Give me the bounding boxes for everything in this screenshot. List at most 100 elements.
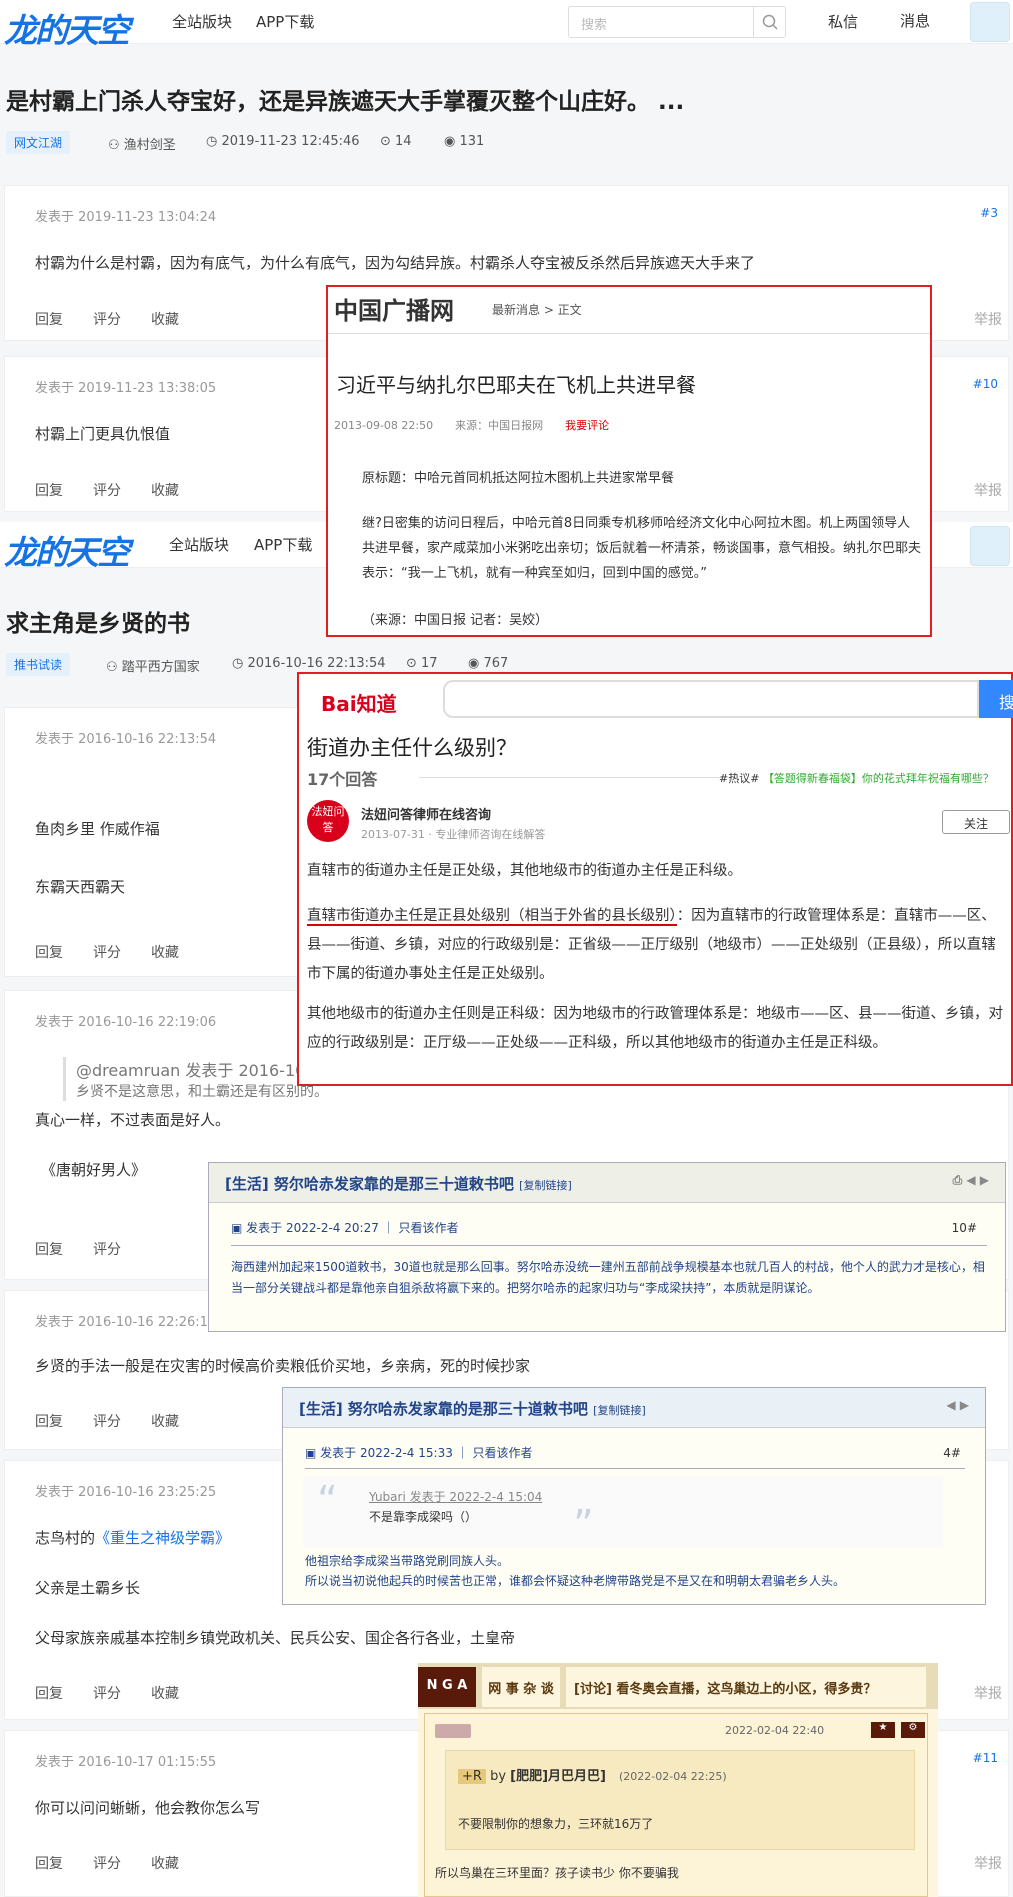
post-time: 发表于 2016-10-16 23:25:25 [35, 1485, 217, 1500]
hot-topic[interactable]: #热议# 【答题得新春福袋】你的花式拜年祝福有哪些？ [719, 770, 994, 786]
rate-button[interactable]: 评分 [93, 1686, 121, 1702]
quote-block: “ Yubari 发表于 2022-2-4 15:04 不是靠李成梁吗（） ” [303, 1476, 943, 1548]
page-title: 是村霸上门杀人夺宝好，还是异族遮天大手掌覆灭整个山庄好。 ... [6, 89, 685, 115]
rate-button[interactable]: 评分 [93, 1414, 121, 1430]
author[interactable]: ⚇ 踏平西方国家 [106, 656, 200, 675]
thread-title: [生活] 努尔哈赤发家靠的是那三十道敕书吧 [复制链接] ◀ ▶ [283, 1388, 985, 1428]
post-time: 发表于 2016-10-17 01:15:55 [35, 1755, 217, 1770]
avatar[interactable] [970, 526, 1010, 566]
search-box[interactable]: 搜索 [568, 6, 786, 38]
report-button[interactable]: 举报 [974, 480, 1002, 500]
author[interactable]: ⚇ 渔村剑圣 [108, 134, 176, 153]
post-actions: 回复 评分 [35, 1239, 151, 1259]
news-headline: 习近平与纳扎尔巴耶夫在飞机上共进早餐 [336, 373, 696, 397]
nav-app-download[interactable]: APP下载 [254, 534, 312, 555]
nga-board[interactable]: 网 事 杂 谈 [482, 1667, 560, 1707]
star-icon[interactable]: ★ [871, 1722, 895, 1738]
report-button[interactable]: 举报 [974, 1853, 1002, 1873]
site-logo[interactable]: 龙的天空 [4, 526, 130, 574]
search-input[interactable]: 搜索 [581, 14, 607, 33]
rate-button[interactable]: 评分 [93, 1242, 121, 1258]
post-body: 乡贤的手法一般是在灾害的时候高价卖粮低价买地，乡亲病，死的时候抄家 [35, 1357, 531, 1375]
answer-para: 直辖市的街道办主任是正处级，其他地级市的街道办主任是正科级。 [307, 863, 742, 879]
book-link[interactable]: 《重生之神级学霸》 [95, 1529, 230, 1547]
print-icon[interactable]: ⎙ ◀ ▶ [953, 1173, 989, 1188]
rate-button[interactable]: 评分 [93, 945, 121, 961]
fav-button[interactable]: 收藏 [151, 1686, 179, 1702]
cnr-logo: 中国广播网 [334, 297, 454, 325]
fav-button[interactable]: 收藏 [151, 483, 179, 499]
rate-button[interactable]: 评分 [93, 1856, 121, 1872]
fav-button[interactable]: 收藏 [151, 312, 179, 328]
post-time: ◷ 2016-10-16 22:13:54 [232, 656, 386, 671]
baidu-search-input[interactable] [443, 680, 979, 718]
copy-link[interactable]: [复制链接] [519, 1179, 572, 1192]
search-icon[interactable] [753, 7, 785, 37]
reply-button[interactable]: 回复 [35, 1242, 63, 1258]
nav-all-boards[interactable]: 全站版块 [172, 11, 232, 32]
answer-meta: 2013-07-31 · 专业律师咨询在线解答 [361, 828, 546, 841]
floor-number[interactable]: #10 [973, 377, 998, 391]
copy-link[interactable]: [复制链接] [593, 1404, 646, 1417]
nga-post: 2022-02-04 22:40 ★ ⚙ +R by [肥肥]月巴月巴] (20… [424, 1713, 928, 1897]
baidu-search-button[interactable]: 搜 [979, 680, 1013, 718]
nga-logo[interactable]: N G A [418, 1667, 476, 1707]
report-button[interactable]: 举报 [974, 309, 1002, 329]
reply-button[interactable]: 回复 [35, 312, 63, 328]
vote-icon[interactable] [435, 1724, 471, 1738]
nav-app-download[interactable]: APP下载 [256, 11, 314, 32]
nav-private-msg[interactable]: 私信 [828, 11, 858, 32]
answerer-avatar[interactable]: 法妞问答 [307, 800, 349, 842]
post-meta: ▣ 发表于 2022-2-4 15:33 ｜ 只看该作者 [305, 1446, 533, 1460]
fav-button[interactable]: 收藏 [151, 1414, 179, 1430]
avatar[interactable] [970, 2, 1010, 42]
book-link[interactable]: 《唐朝好男人》 [41, 1159, 146, 1180]
news-meta: 2013-09-08 22:50 来源：中国日报网 我要评论 [334, 419, 610, 432]
reply-button[interactable]: 回复 [35, 1686, 63, 1702]
nga-quote: +R by [肥肥]月巴月巴] (2022-02-04 22:25) 不要限制你… [445, 1750, 915, 1850]
post-time: 发表于 2016-10-16 22:19:06 [35, 1015, 217, 1030]
quote-open-icon: “ [317, 1478, 338, 1524]
reply-button[interactable]: 回复 [35, 1414, 63, 1430]
nav-all-boards[interactable]: 全站版块 [169, 534, 229, 555]
breadcrumb[interactable]: 最新消息 > 正文 [492, 301, 582, 318]
post-body: 真心一样，不过表面是好人。 [35, 1111, 231, 1129]
baidu-logo[interactable]: Bai知道 [321, 688, 397, 717]
board-tag[interactable]: 推书试读 [6, 653, 71, 676]
floor-number[interactable]: #3 [980, 206, 998, 220]
thread-title: [生活] 努尔哈赤发家靠的是那三十道敕书吧 [复制链接] ⎙ ◀ ▶ [209, 1163, 1005, 1203]
post-body: 他祖宗给李成梁当带路党刷同族人头。 [305, 1554, 510, 1568]
post-time: 发表于 2019-11-23 13:04:24 [35, 210, 217, 225]
post-body: 所以鸟巢在三环里面？孩子读书少 你不要骗我 [435, 1866, 679, 1880]
post-body: 父亲是土霸乡长 [35, 1579, 141, 1597]
reply-count: ⊙ 14 [380, 134, 412, 149]
reply-button[interactable]: 回复 [35, 1856, 63, 1872]
report-button[interactable]: 举报 [974, 1683, 1002, 1703]
nav-messages[interactable]: 消息 [900, 10, 930, 31]
news-para: 原标题：中哈元首同机抵达阿拉木图机上共进家常早餐 [362, 471, 675, 486]
nga-thread-title[interactable]: [讨论] 看冬奥会直播，这鸟巢边上的小区，得多贵？ [566, 1667, 926, 1707]
gear-icon[interactable]: ⚙ [901, 1722, 925, 1738]
view-count: ◉ 131 [444, 134, 485, 149]
fav-button[interactable]: 收藏 [151, 945, 179, 961]
site-logo[interactable]: 龙的天空 [4, 4, 130, 52]
comment-link[interactable]: 我要评论 [565, 419, 609, 432]
post-time: ◷ 2019-11-23 12:45:46 [206, 134, 360, 149]
reply-button[interactable]: 回复 [35, 483, 63, 499]
post-time: 发表于 2016-10-16 22:13:54 [35, 732, 217, 747]
board-tag[interactable]: 网文江湖 [6, 131, 71, 154]
answerer-name[interactable]: 法妞问答律师在线咨询 [361, 804, 491, 823]
floor-number: 10# [951, 1221, 977, 1235]
follow-button[interactable]: 关注 [942, 810, 1010, 834]
floor-number[interactable]: #11 [973, 1751, 998, 1765]
news-source: （来源：中国日报 记者：吴姣） [362, 613, 549, 628]
nga-screenshot: N G A 网 事 杂 谈 [讨论] 看冬奥会直播，这鸟巢边上的小区，得多贵？ … [418, 1663, 938, 1897]
post-actions: 回复 评分 收藏 [35, 1853, 209, 1873]
nav-arrows-icon[interactable]: ◀ ▶ [946, 1398, 969, 1412]
post-time: 发表于 2019-11-23 13:38:05 [35, 381, 217, 396]
rate-button[interactable]: 评分 [93, 483, 121, 499]
reply-button[interactable]: 回复 [35, 945, 63, 961]
post-actions: 回复 评分 收藏 [35, 480, 209, 500]
rate-button[interactable]: 评分 [93, 312, 121, 328]
fav-button[interactable]: 收藏 [151, 1856, 179, 1872]
